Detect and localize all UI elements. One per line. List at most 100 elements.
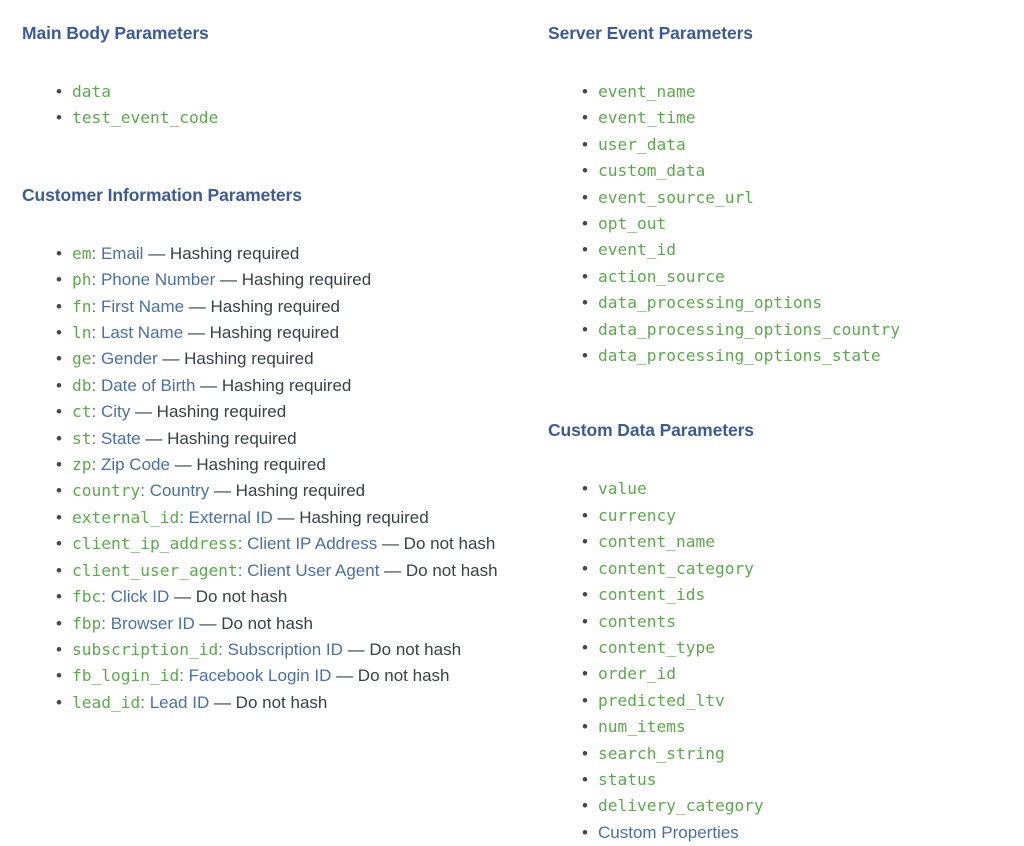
- param-note: — Do not hash: [331, 666, 450, 686]
- param-code[interactable]: fb_login_id: [72, 666, 179, 685]
- param-list-item: content_category: [548, 556, 1024, 583]
- param-colon: :: [91, 270, 101, 290]
- param-label-link[interactable]: Subscription ID: [228, 640, 343, 659]
- param-code[interactable]: fn: [72, 297, 92, 316]
- param-code[interactable]: order_id: [598, 664, 676, 683]
- param-list-item: event_source_url: [548, 185, 1024, 212]
- param-list-item: contents: [548, 609, 1024, 636]
- param-code[interactable]: status: [598, 770, 656, 789]
- param-code[interactable]: currency: [598, 506, 676, 525]
- param-colon: :: [237, 534, 248, 554]
- param-list-item: db: Date of Birth — Hashing required: [22, 373, 524, 400]
- section-customer-information-parameters: Customer Information Parameters em: Emai…: [22, 184, 524, 717]
- param-label-link[interactable]: Date of Birth: [101, 376, 196, 395]
- param-list-item: opt_out: [548, 211, 1024, 238]
- param-list-item: data_processing_options_country: [548, 317, 1024, 344]
- param-code[interactable]: fbp: [72, 614, 101, 633]
- param-label-link[interactable]: External ID: [189, 508, 273, 527]
- param-label-link[interactable]: Client User Agent: [247, 561, 379, 580]
- param-list-item: event_time: [548, 105, 1024, 132]
- param-code[interactable]: zp: [72, 455, 92, 474]
- param-list-item: client_ip_address: Client IP Address — D…: [22, 531, 524, 558]
- param-list-item: currency: [548, 503, 1024, 530]
- param-code[interactable]: country: [72, 481, 140, 500]
- param-note: — Hashing required: [184, 296, 340, 316]
- param-label-link[interactable]: City: [101, 402, 130, 421]
- param-label-link[interactable]: First Name: [101, 297, 184, 316]
- param-label-link[interactable]: Facebook Login ID: [189, 666, 332, 685]
- param-note: — Hashing required: [183, 323, 340, 343]
- param-note: — Hashing required: [157, 349, 314, 369]
- param-code[interactable]: db: [72, 376, 92, 395]
- param-list-item: subscription_id: Subscription ID — Do no…: [22, 637, 524, 664]
- param-colon: :: [91, 375, 101, 395]
- param-code[interactable]: data_processing_options: [598, 293, 822, 312]
- param-code[interactable]: contents: [598, 612, 676, 631]
- param-code[interactable]: subscription_id: [72, 640, 218, 659]
- param-note: — Do not hash: [169, 587, 288, 607]
- param-note: — Hashing required: [215, 270, 372, 290]
- param-code[interactable]: ge: [72, 349, 92, 368]
- param-list-item: client_user_agent: Client User Agent — D…: [22, 558, 524, 585]
- param-code[interactable]: external_id: [72, 508, 179, 527]
- param-code[interactable]: content_category: [598, 559, 754, 578]
- param-code[interactable]: opt_out: [598, 214, 666, 233]
- param-label-link[interactable]: Client IP Address: [247, 534, 377, 553]
- param-label-link[interactable]: Last Name: [101, 323, 183, 342]
- section-heading: Custom Data Parameters: [548, 420, 754, 441]
- param-code[interactable]: ct: [72, 402, 92, 421]
- param-list-item: st: State — Hashing required: [22, 426, 524, 453]
- param-label-link[interactable]: Lead ID: [150, 693, 210, 712]
- param-colon: :: [140, 481, 150, 501]
- param-code[interactable]: data_processing_options_country: [598, 320, 900, 339]
- param-code[interactable]: ph: [72, 270, 92, 289]
- param-code[interactable]: em: [72, 244, 92, 263]
- param-code[interactable]: st: [72, 429, 92, 448]
- param-code[interactable]: predicted_ltv: [598, 691, 725, 710]
- param-code[interactable]: data: [72, 82, 111, 101]
- param-code[interactable]: event_time: [598, 108, 695, 127]
- param-code[interactable]: event_source_url: [598, 188, 754, 207]
- param-list-item: data_processing_options: [548, 290, 1024, 317]
- param-code[interactable]: event_id: [598, 240, 676, 259]
- param-code[interactable]: delivery_category: [598, 796, 764, 815]
- section-heading: Server Event Parameters: [548, 23, 753, 43]
- param-label-link[interactable]: Zip Code: [101, 455, 170, 474]
- param-label-link[interactable]: Click ID: [111, 587, 170, 606]
- param-code[interactable]: event_name: [598, 82, 695, 101]
- param-label-link[interactable]: Country: [150, 481, 210, 500]
- param-code[interactable]: ln: [72, 323, 92, 342]
- param-code[interactable]: custom_data: [598, 161, 705, 180]
- param-code[interactable]: content_name: [598, 532, 715, 551]
- param-code[interactable]: search_string: [598, 744, 725, 763]
- param-list-item: predicted_ltv: [548, 688, 1024, 715]
- param-label-link[interactable]: State: [101, 429, 141, 448]
- section-main-body-parameters: Main Body Parameters data test_event_code: [22, 22, 524, 132]
- param-label-link[interactable]: Email: [101, 244, 144, 263]
- param-list-item: content_name: [548, 529, 1024, 556]
- param-code[interactable]: content_ids: [598, 585, 705, 604]
- param-label-link[interactable]: Phone Number: [101, 270, 215, 289]
- param-code[interactable]: test_event_code: [72, 108, 218, 127]
- param-code[interactable]: action_source: [598, 267, 725, 286]
- param-code[interactable]: client_user_agent: [72, 561, 238, 580]
- param-label-link[interactable]: Gender: [101, 349, 158, 368]
- param-code[interactable]: value: [598, 479, 647, 498]
- param-code[interactable]: content_type: [598, 638, 715, 657]
- param-code[interactable]: num_items: [598, 717, 686, 736]
- param-list-item: status: [548, 767, 1024, 794]
- param-colon: :: [237, 560, 248, 580]
- param-label-link[interactable]: Custom Properties: [598, 823, 739, 842]
- param-code[interactable]: fbc: [72, 587, 101, 606]
- param-code[interactable]: user_data: [598, 135, 686, 154]
- param-code[interactable]: lead_id: [72, 693, 140, 712]
- param-list-item: custom_data: [548, 158, 1024, 185]
- param-note: — Do not hash: [194, 613, 313, 633]
- param-code[interactable]: data_processing_options_state: [598, 346, 881, 365]
- param-colon: :: [140, 692, 150, 712]
- param-label-link[interactable]: Browser ID: [111, 614, 195, 633]
- param-code[interactable]: client_ip_address: [72, 534, 238, 553]
